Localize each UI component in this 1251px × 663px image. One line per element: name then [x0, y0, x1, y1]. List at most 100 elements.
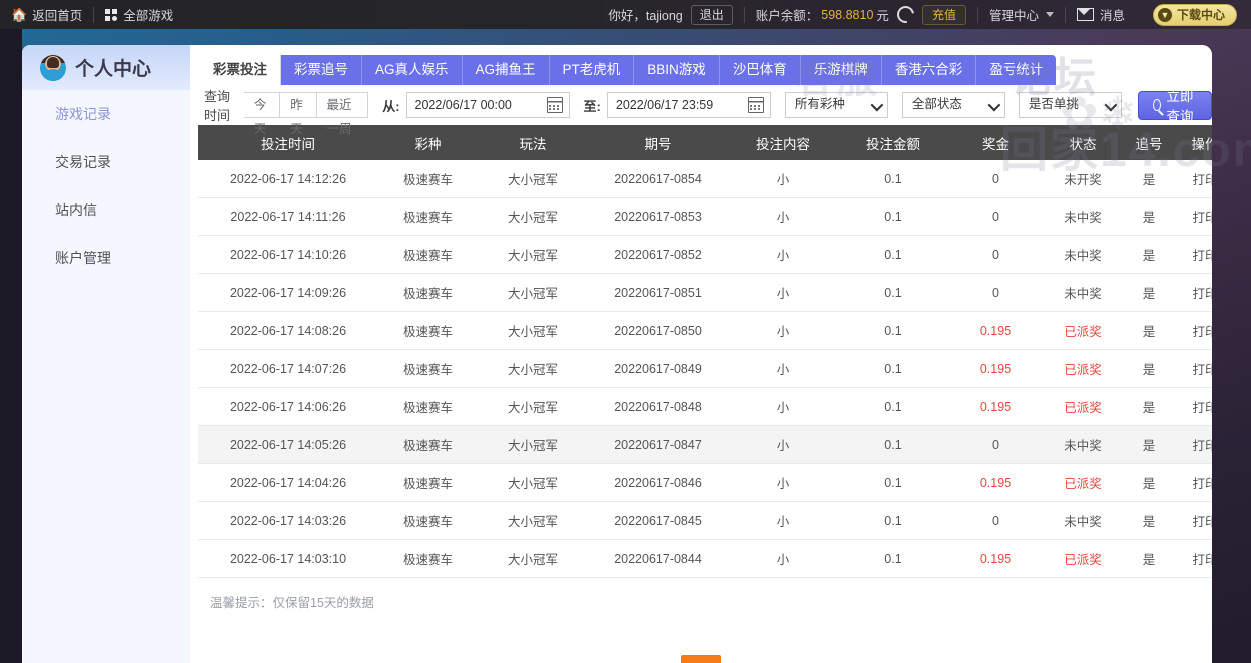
- refresh-icon[interactable]: [894, 3, 918, 27]
- table-row[interactable]: 2022-06-17 14:10:26极速赛车大小冠军20220617-0852…: [198, 236, 1212, 274]
- lottery-type-value: 所有彩种: [795, 97, 845, 111]
- tab-4[interactable]: PT老虎机: [550, 55, 635, 85]
- download-center-wrap: ▼ 下载中心: [1136, 0, 1251, 29]
- sidebar-menu: 游戏记录交易记录站内信账户管理: [22, 90, 190, 282]
- logout-button[interactable]: 退出: [691, 5, 733, 25]
- cell-time: 2022-06-17 14:03:10: [198, 540, 378, 578]
- cell-action[interactable]: 打印: [1175, 502, 1212, 540]
- cell-action[interactable]: 打印: [1175, 388, 1212, 426]
- cell-game: 极速赛车: [378, 274, 478, 312]
- sidebar-item-3[interactable]: 账户管理: [22, 234, 190, 282]
- home-link[interactable]: 🏠 返回首页: [0, 0, 93, 29]
- lottery-type-select[interactable]: 所有彩种: [785, 92, 888, 118]
- cell-game: 极速赛车: [378, 312, 478, 350]
- to-date-value: 2022/06/17 23:59: [616, 98, 713, 112]
- recharge-button[interactable]: 充值: [922, 5, 966, 25]
- column-header-2: 玩法: [478, 125, 588, 160]
- download-center-button[interactable]: ▼ 下载中心: [1153, 4, 1237, 26]
- cell-time: 2022-06-17 14:04:26: [198, 464, 378, 502]
- cell-chase: 是: [1123, 540, 1175, 578]
- cell-issue: 20220617-0848: [588, 388, 728, 426]
- sidebar-item-2[interactable]: 站内信: [22, 186, 190, 234]
- all-games-link[interactable]: 全部游戏: [94, 0, 184, 29]
- cell-action[interactable]: 打印: [1175, 540, 1212, 578]
- tab-7[interactable]: 乐游棋牌: [801, 55, 882, 85]
- cell-chase: 是: [1123, 160, 1175, 198]
- cell-content: 小: [728, 350, 838, 388]
- sidebar-item-label: 游戏记录: [55, 104, 111, 124]
- admin-center-menu[interactable]: 管理中心: [978, 0, 1065, 29]
- cell-game: 极速赛车: [378, 236, 478, 274]
- cell-action[interactable]: 打印: [1175, 274, 1212, 312]
- status-select[interactable]: 全部状态: [902, 92, 1005, 118]
- cell-chase: 是: [1123, 236, 1175, 274]
- tab-5[interactable]: BBIN游戏: [634, 55, 720, 85]
- table-row[interactable]: 2022-06-17 14:08:26极速赛车大小冠军20220617-0850…: [198, 312, 1212, 350]
- cell-action[interactable]: 打印: [1175, 160, 1212, 198]
- calendar-icon[interactable]: [748, 97, 764, 113]
- query-time-label: 查询时间: [204, 86, 236, 124]
- page-button-1[interactable]: 1: [681, 655, 721, 663]
- chevron-down-icon: [987, 99, 1000, 112]
- table-row[interactable]: 2022-06-17 14:04:26极速赛车大小冠军20220617-0846…: [198, 464, 1212, 502]
- column-header-1: 彩种: [378, 125, 478, 160]
- cell-play: 大小冠军: [478, 502, 588, 540]
- pagination: 1: [198, 655, 1204, 663]
- sidebar-item-1[interactable]: 交易记录: [22, 138, 190, 186]
- cell-prize: 0: [948, 236, 1043, 274]
- table-row[interactable]: 2022-06-17 14:06:26极速赛车大小冠军20220617-0848…: [198, 388, 1212, 426]
- table-row[interactable]: 2022-06-17 14:11:26极速赛车大小冠军20220617-0853…: [198, 198, 1212, 236]
- download-center-label: 下载中心: [1177, 6, 1225, 23]
- tab-0[interactable]: 彩票投注: [200, 55, 281, 85]
- cell-content: 小: [728, 312, 838, 350]
- quick-range-yesterday[interactable]: 昨天: [280, 92, 316, 118]
- from-date-input[interactable]: 2022/06/17 00:00: [406, 92, 570, 118]
- quick-range-today[interactable]: 今天: [244, 92, 280, 118]
- cell-action[interactable]: 打印: [1175, 236, 1212, 274]
- cell-action[interactable]: 打印: [1175, 312, 1212, 350]
- table-row[interactable]: 2022-06-17 14:03:26极速赛车大小冠军20220617-0845…: [198, 502, 1212, 540]
- column-header-8: 追号: [1123, 125, 1175, 160]
- bet-records-table: 投注时间彩种玩法期号投注内容投注金额奖金状态追号操作 2022-06-17 14…: [198, 125, 1212, 578]
- cell-content: 小: [728, 198, 838, 236]
- cell-prize: 0.195: [948, 388, 1043, 426]
- cell-action[interactable]: 打印: [1175, 426, 1212, 464]
- avatar: [40, 55, 66, 81]
- tab-1[interactable]: 彩票追号: [281, 55, 362, 85]
- cell-amount: 0.1: [838, 426, 948, 464]
- cell-content: 小: [728, 502, 838, 540]
- messages-link[interactable]: 消息: [1066, 0, 1136, 29]
- cell-action[interactable]: 打印: [1175, 198, 1212, 236]
- cell-action[interactable]: 打印: [1175, 464, 1212, 502]
- cell-status: 已派奖: [1043, 388, 1123, 426]
- cell-amount: 0.1: [838, 236, 948, 274]
- tab-3[interactable]: AG捕鱼王: [463, 55, 550, 85]
- tab-2[interactable]: AG真人娱乐: [362, 55, 463, 85]
- cell-chase: 是: [1123, 388, 1175, 426]
- tab-9[interactable]: 盈亏统计: [976, 55, 1056, 85]
- table-row[interactable]: 2022-06-17 14:07:26极速赛车大小冠军20220617-0849…: [198, 350, 1212, 388]
- cell-prize: 0: [948, 198, 1043, 236]
- single-pick-select[interactable]: 是否单挑: [1019, 92, 1122, 118]
- table-body: 2022-06-17 14:12:26极速赛车大小冠军20220617-0854…: [198, 160, 1212, 578]
- calendar-icon[interactable]: [547, 97, 563, 113]
- cell-time: 2022-06-17 14:12:26: [198, 160, 378, 198]
- to-date-input[interactable]: 2022/06/17 23:59: [607, 92, 771, 118]
- table-row[interactable]: 2022-06-17 14:03:10极速赛车大小冠军20220617-0844…: [198, 540, 1212, 578]
- tab-8[interactable]: 香港六合彩: [882, 55, 977, 85]
- table-row[interactable]: 2022-06-17 14:12:26极速赛车大小冠军20220617-0854…: [198, 160, 1212, 198]
- sidebar-item-0[interactable]: 游戏记录: [22, 90, 190, 138]
- cell-status: 已派奖: [1043, 540, 1123, 578]
- cell-content: 小: [728, 464, 838, 502]
- quick-range-week[interactable]: 最近一周: [317, 92, 369, 118]
- table-row[interactable]: 2022-06-17 14:05:26极速赛车大小冠军20220617-0847…: [198, 426, 1212, 464]
- cell-amount: 0.1: [838, 502, 948, 540]
- tab-6[interactable]: 沙巴体育: [720, 55, 801, 85]
- search-icon: [1153, 99, 1161, 111]
- cell-action[interactable]: 打印: [1175, 350, 1212, 388]
- cell-chase: 是: [1123, 502, 1175, 540]
- table-row[interactable]: 2022-06-17 14:09:26极速赛车大小冠军20220617-0851…: [198, 274, 1212, 312]
- cell-game: 极速赛车: [378, 350, 478, 388]
- cell-play: 大小冠军: [478, 274, 588, 312]
- search-button[interactable]: 立即查询: [1138, 91, 1212, 120]
